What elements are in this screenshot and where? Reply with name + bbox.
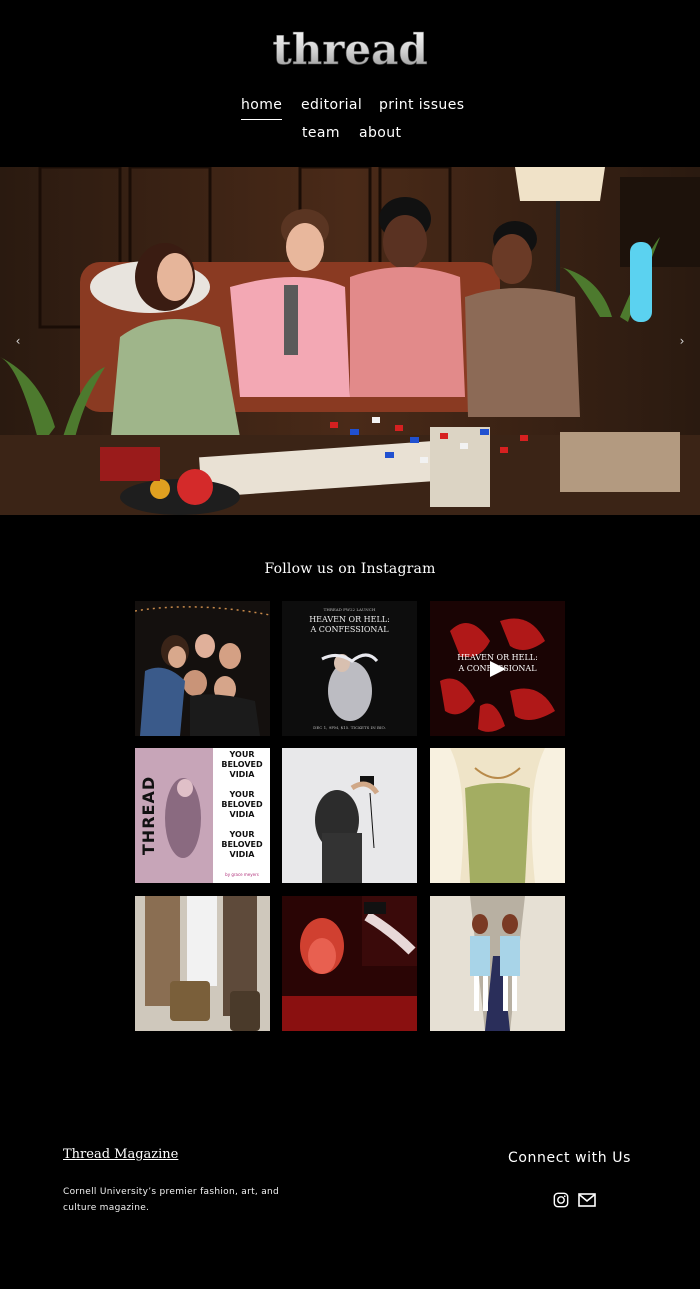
post-4-text-block: YOUR BELOVED VIDIA YOUR BELOVED VIDIA YO…: [215, 750, 269, 860]
instagram-post-4[interactable]: THREAD YOUR BELOVED VIDIA YOUR BELOVED V…: [135, 748, 270, 883]
post-2-title-line-2: A CONFESSIONAL: [310, 625, 389, 634]
nav-editorial[interactable]: editorial: [301, 96, 362, 114]
instagram-post-5[interactable]: [282, 748, 417, 883]
instagram-post-2[interactable]: THREAD FW22 LAUNCH HEAVEN OR HELL: A CON…: [282, 601, 417, 736]
site-logo[interactable]: thread: [262, 24, 438, 76]
post-4-credit: by grace meyers: [225, 872, 259, 877]
instagram-post-8[interactable]: [282, 896, 417, 1031]
post-2-details: DEC 1, 9PM, $15. TICKETS IN BIO.: [313, 725, 386, 730]
nav-home[interactable]: home: [241, 96, 283, 120]
footer-site-title[interactable]: Thread Magazine: [63, 1147, 178, 1162]
instagram-heading: Follow us on Instagram: [264, 561, 436, 577]
instagram-post-3[interactable]: HEAVEN OR HELL: A CONFESSIONAL: [430, 601, 565, 736]
hero-image: ‹ ›: [0, 167, 700, 515]
post-2-title-line-1: HEAVEN OR HELL:: [309, 615, 390, 624]
post-4-line: YOUR BELOVED VIDIA: [221, 750, 263, 779]
instagram-post-9[interactable]: [430, 896, 565, 1031]
instagram-post-7[interactable]: [135, 896, 270, 1031]
post-3-title-line-2: A CONFESSIONAL: [458, 664, 537, 673]
post-4-line: YOUR BELOVED VIDIA: [221, 830, 263, 859]
instagram-post-1[interactable]: [135, 601, 270, 736]
instagram-icon[interactable]: [552, 1192, 570, 1208]
post-4-line: YOUR BELOVED VIDIA: [221, 790, 263, 819]
instagram-post-6[interactable]: [430, 748, 565, 883]
footer-connect-heading: Connect with Us: [508, 1150, 632, 1166]
footer-description: Cornell University’s premier fashion, ar…: [63, 1187, 280, 1213]
hero-next-arrow[interactable]: ›: [674, 331, 690, 351]
email-icon[interactable]: [578, 1192, 596, 1208]
nav-about[interactable]: about: [359, 124, 401, 142]
logo-text: thread: [272, 25, 427, 74]
nav-print-issues[interactable]: print issues: [379, 96, 464, 114]
nav-team[interactable]: team: [302, 124, 340, 142]
post-4-thread-label: THREAD: [139, 775, 159, 856]
post-2-eyebrow: THREAD FW22 LAUNCH: [323, 607, 376, 612]
hero-prev-arrow[interactable]: ‹: [10, 331, 26, 351]
post-3-title-line-1: HEAVEN OR HELL:: [457, 653, 538, 662]
